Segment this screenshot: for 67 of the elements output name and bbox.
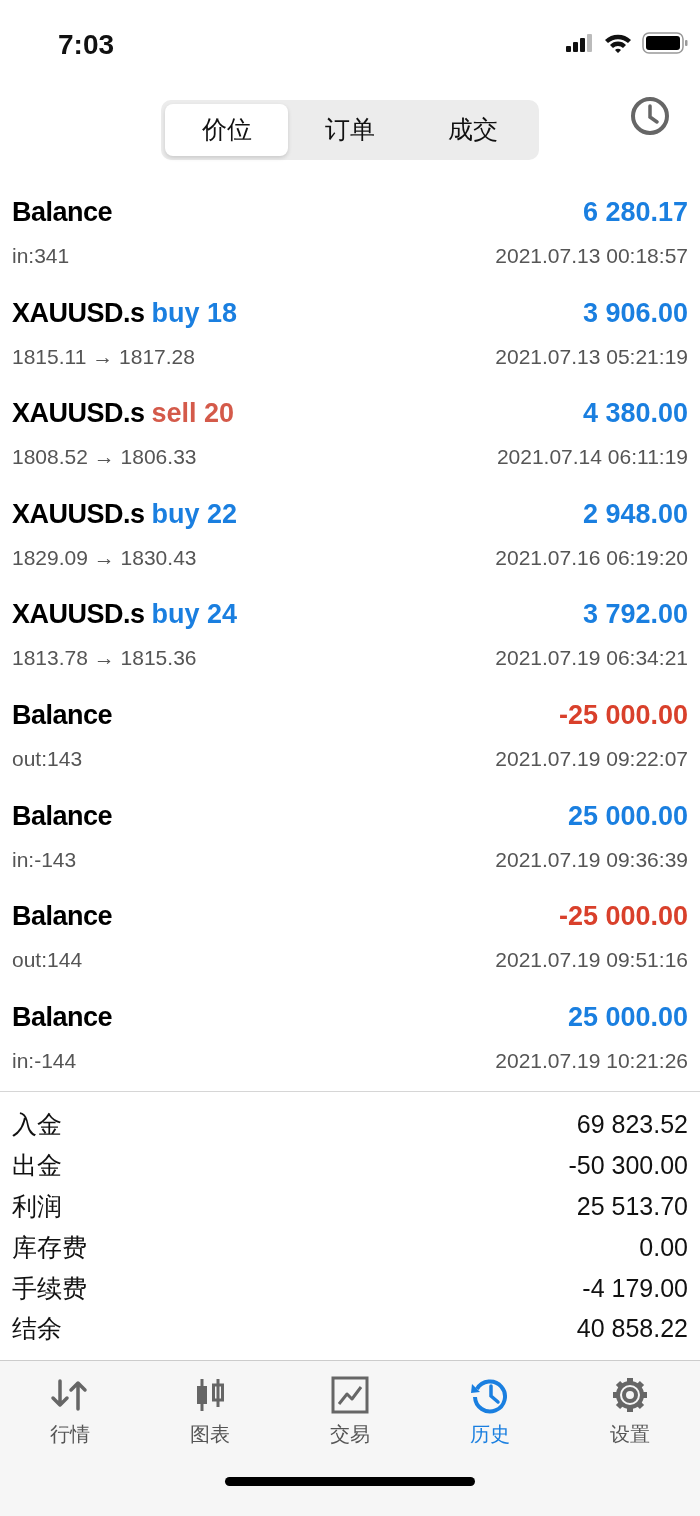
trade-action: buy 24 <box>151 599 238 630</box>
symbol-label: XAUUSD.s <box>12 599 145 630</box>
summary-value: 25 513.70 <box>576 1190 688 1222</box>
signal-icon <box>566 34 594 52</box>
deal-detail: 1829.09 → 1830.43 <box>12 544 197 571</box>
deal-time: 2021.07.19 09:51:16 <box>495 947 688 974</box>
symbol-label: Balance <box>12 800 113 831</box>
amount-value: 25 000.00 <box>567 1000 688 1034</box>
settings-icon <box>610 1375 650 1415</box>
trade-action: buy 22 <box>151 498 238 529</box>
summary-value: 69 823.52 <box>576 1109 688 1141</box>
deal-time: 2021.07.13 00:18:57 <box>495 243 688 269</box>
summary-value: -4 179.00 <box>582 1272 688 1304</box>
symbol-label: Balance <box>12 901 113 932</box>
summary-label: 入金 <box>12 1109 62 1141</box>
deal-time: 2021.07.19 09:36:39 <box>495 846 688 873</box>
amount-value: 6 280.17 <box>582 196 688 229</box>
symbol-label: Balance <box>12 1001 113 1032</box>
trade-action: buy 18 <box>151 297 238 328</box>
symbol-label: Balance <box>12 197 113 227</box>
deal-time: 2021.07.14 06:11:19 <box>496 444 688 471</box>
symbol-label: XAUUSD.s <box>12 297 145 328</box>
tab-bar-item[interactable]: 历史 <box>420 1375 560 1449</box>
amount-value: 3 792.00 <box>582 598 688 632</box>
summary-value: 40 858.22 <box>576 1313 688 1345</box>
summary-label: 利润 <box>12 1190 62 1222</box>
trade-action: sell 20 <box>151 398 235 429</box>
summary-label: 库存费 <box>12 1231 87 1263</box>
history-button[interactable] <box>630 96 670 136</box>
summary-label: 结余 <box>12 1313 62 1345</box>
status-time: 7:03 <box>58 28 115 62</box>
tab-bar-item[interactable]: 图表 <box>140 1375 280 1449</box>
wifi-icon <box>604 33 632 53</box>
segment-tab[interactable]: 订单 <box>288 104 412 156</box>
tab-bar-item[interactable]: 行情 <box>0 1375 140 1449</box>
segment-tab[interactable]: 价位 <box>165 104 289 156</box>
summary-label: 手续费 <box>12 1272 87 1304</box>
summary-value: -50 300.00 <box>568 1150 688 1182</box>
summary-value: 0.00 <box>639 1231 688 1263</box>
deal-detail: out:144 <box>12 947 83 974</box>
deal-detail: in:341 <box>12 243 70 269</box>
deal-time: 2021.07.13 05:21:19 <box>495 343 688 370</box>
summary-label: 出金 <box>12 1150 62 1182</box>
deal-detail: in:-143 <box>12 846 77 873</box>
deal-time: 2021.07.19 06:34:21 <box>495 645 688 672</box>
deal-time: 2021.07.16 06:19:20 <box>495 544 688 571</box>
deal-detail: 1808.52 → 1806.33 <box>12 444 197 471</box>
clock-icon <box>630 96 670 136</box>
deal-detail: out:143 <box>12 745 83 772</box>
deal-detail: 1813.78 → 1815.36 <box>12 645 197 672</box>
tab-bar-item[interactable]: 设置 <box>560 1375 700 1449</box>
symbol-label: XAUUSD.s <box>12 498 145 529</box>
amount-value: -25 000.00 <box>558 698 688 732</box>
amount-value: 2 948.00 <box>582 497 688 531</box>
amount-value: 3 906.00 <box>582 296 688 330</box>
amount-value: -25 000.00 <box>558 900 688 934</box>
amount-value: 4 380.00 <box>582 397 688 431</box>
symbol-label: XAUUSD.s <box>12 398 145 429</box>
amount-value: 25 000.00 <box>567 799 688 833</box>
segment-tab[interactable]: 成交 <box>411 104 535 156</box>
battery-icon <box>642 32 688 54</box>
symbol-label: Balance <box>12 699 113 730</box>
deal-detail: 1815.11 → 1817.28 <box>12 343 195 370</box>
deal-time: 2021.07.19 09:22:07 <box>495 745 688 772</box>
deal-detail: in:-144 <box>12 1047 77 1074</box>
tab-bar-item[interactable]: 交易 <box>280 1375 420 1449</box>
deal-time: 2021.07.19 10:21:26 <box>495 1047 688 1074</box>
